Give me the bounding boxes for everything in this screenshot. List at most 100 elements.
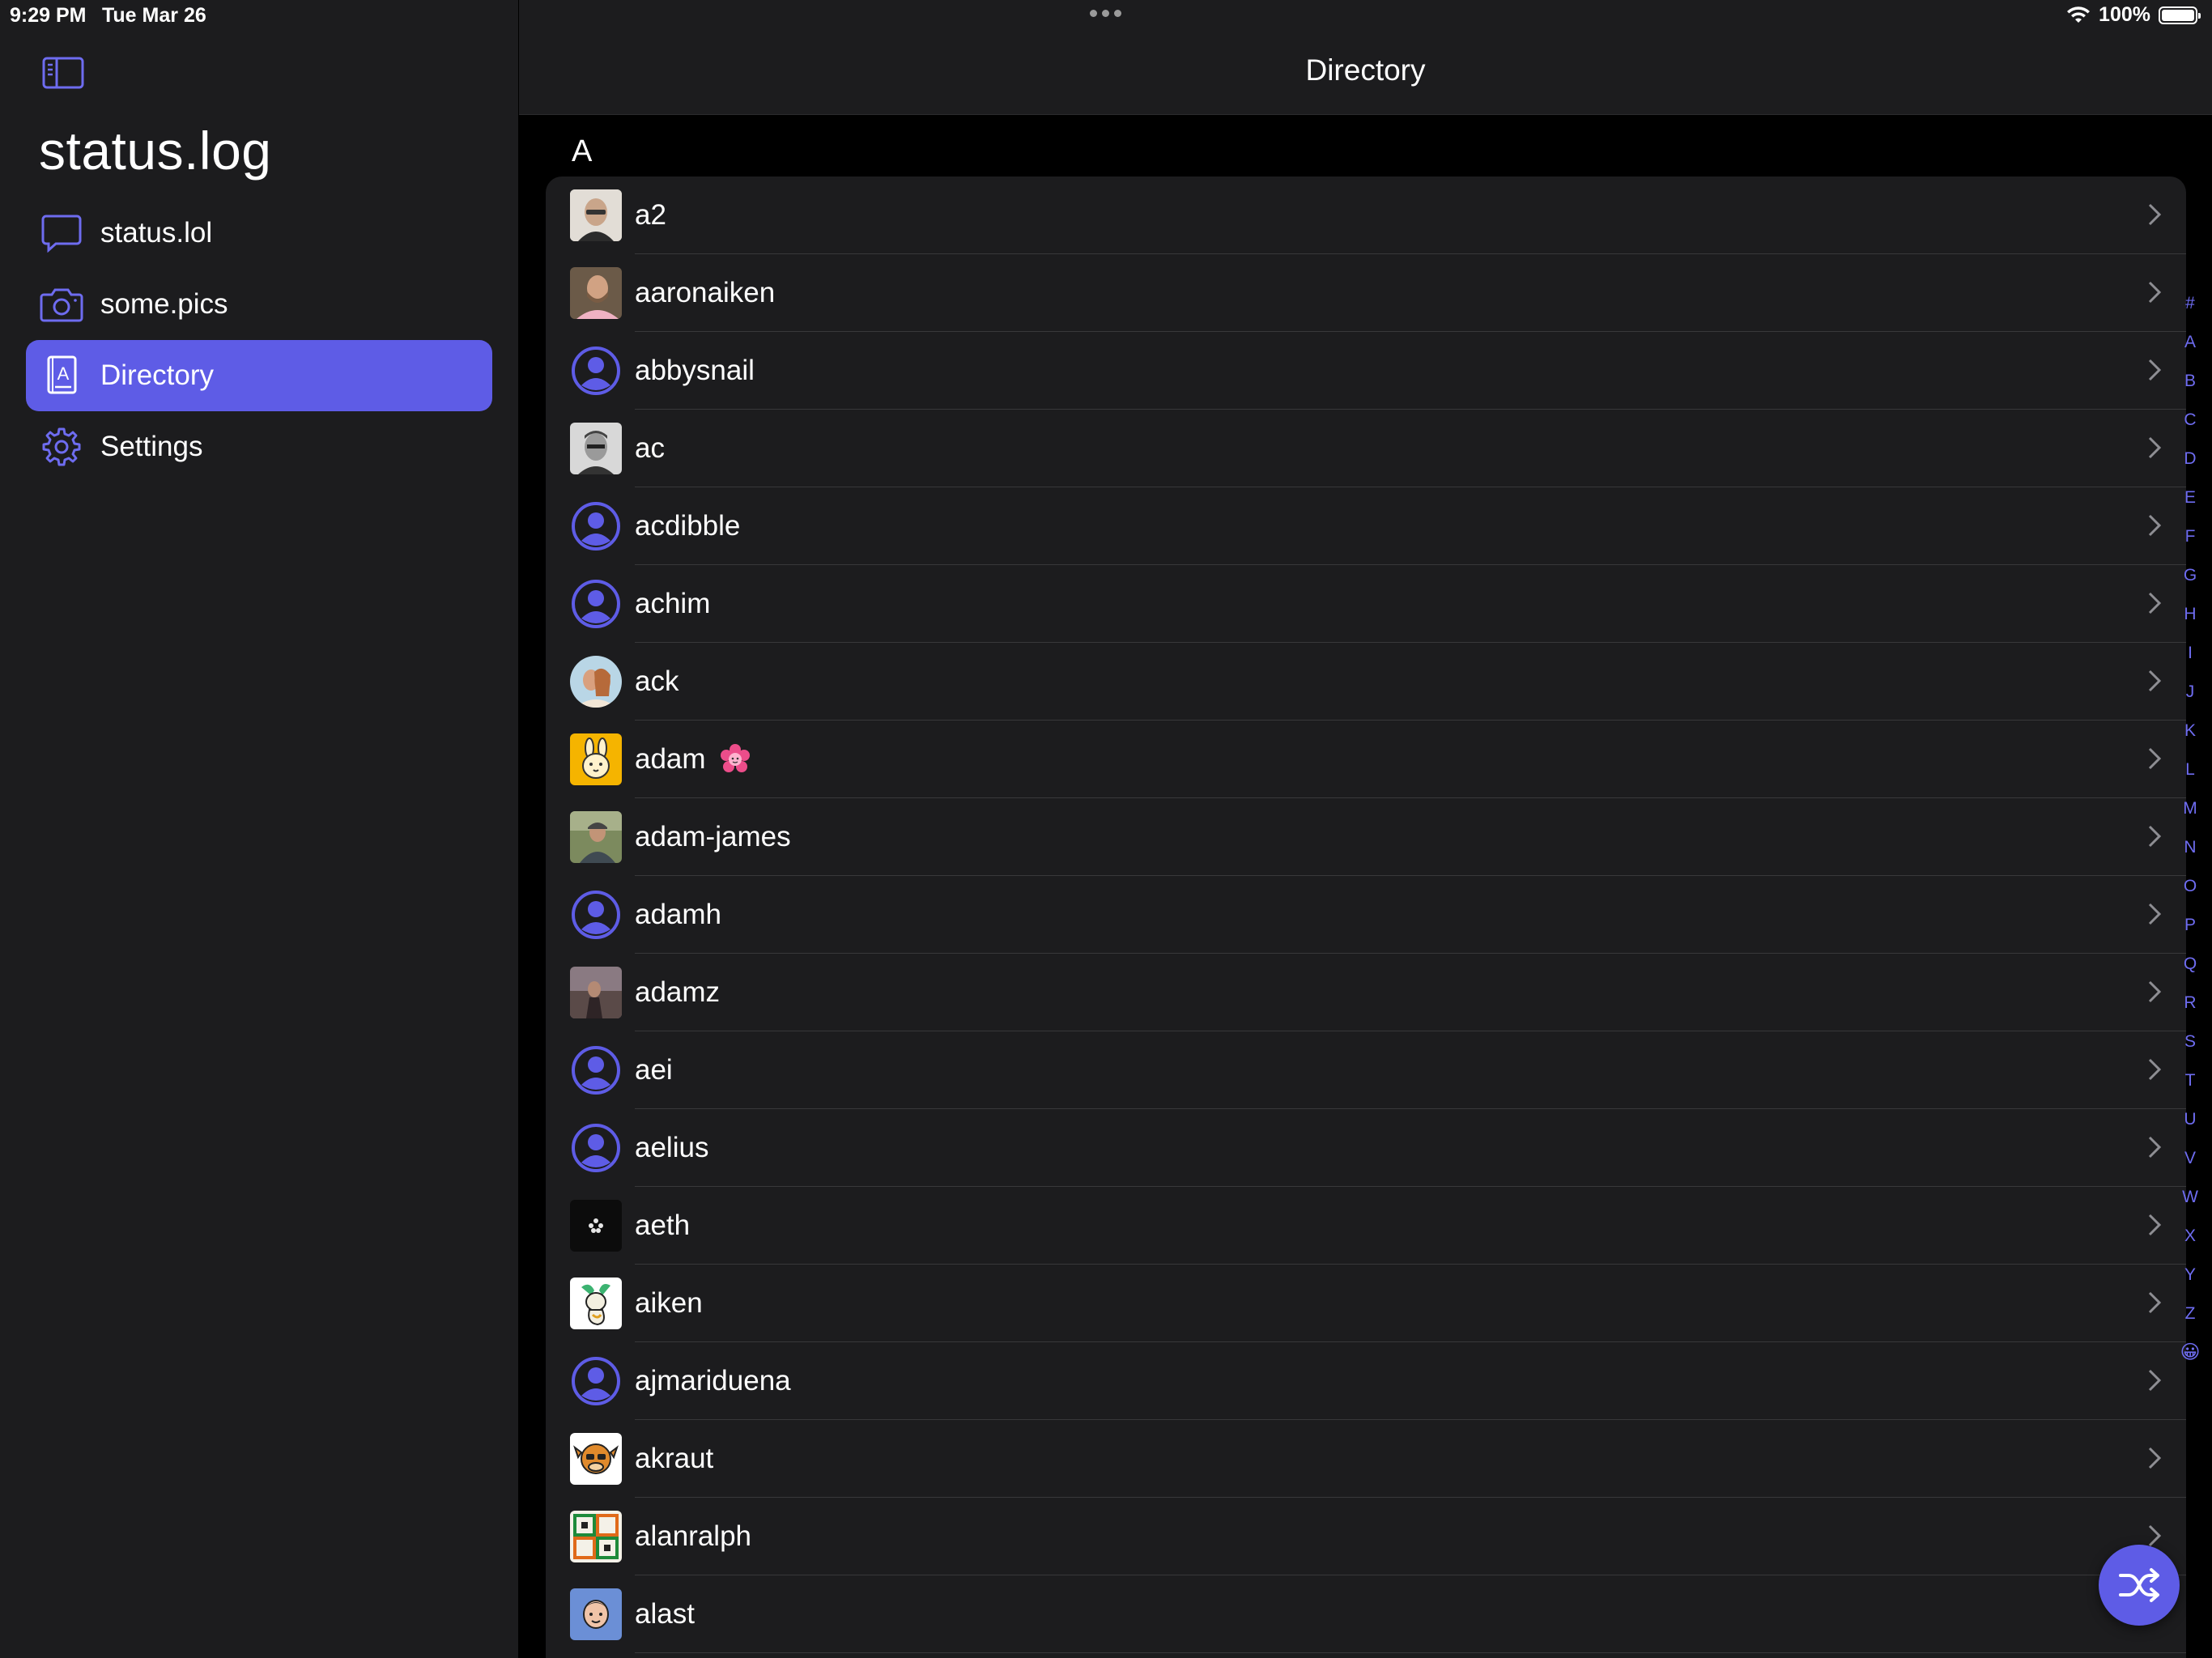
username: aiken xyxy=(635,1287,703,1319)
list-item[interactable]: aelius xyxy=(546,1109,2186,1187)
status-bar: 9:29 PM Tue Mar 26 100% xyxy=(0,0,2212,32)
list-item[interactable]: a2 xyxy=(546,176,2186,254)
status-date: Tue Mar 26 xyxy=(102,4,206,27)
chevron-right-icon xyxy=(2148,592,2162,614)
index-letter[interactable]: A xyxy=(2178,334,2202,372)
list-item[interactable]: acdibble xyxy=(546,487,2186,565)
index-letter[interactable]: S xyxy=(2178,1033,2202,1072)
index-letter[interactable]: B xyxy=(2178,372,2202,411)
index-letter[interactable]: D xyxy=(2178,450,2202,489)
index-letter[interactable]: P xyxy=(2178,916,2202,955)
sidebar-toggle-icon[interactable] xyxy=(42,57,84,89)
chevron-right-icon xyxy=(2148,203,2162,226)
speech-bubble-icon xyxy=(39,210,84,256)
list-item[interactable]: alast xyxy=(546,1575,2186,1653)
index-letter[interactable]: # xyxy=(2178,295,2202,334)
index-letter[interactable]: R xyxy=(2178,994,2202,1033)
status-indicators: 100% xyxy=(2066,3,2201,27)
chevron-right-icon xyxy=(2148,1524,2162,1547)
list-item[interactable]: aiken xyxy=(546,1265,2186,1342)
username: akraut xyxy=(635,1443,714,1474)
index-letter[interactable]: J xyxy=(2178,683,2202,722)
list-item[interactable]: achim xyxy=(546,565,2186,643)
person-placeholder-icon xyxy=(570,345,622,397)
username: aelius xyxy=(635,1132,709,1163)
chevron-right-icon xyxy=(2148,903,2162,925)
username: aaronaiken xyxy=(635,277,776,308)
list-item[interactable]: adamz xyxy=(546,954,2186,1031)
sidebar-item-label: status.lol xyxy=(100,217,213,249)
avatar xyxy=(570,967,622,1018)
list-item[interactable]: ajmariduena xyxy=(546,1342,2186,1420)
index-letter[interactable]: I xyxy=(2178,644,2202,683)
index-letter[interactable]: L xyxy=(2178,761,2202,800)
avatar xyxy=(570,656,622,708)
index-letter[interactable]: C xyxy=(2178,411,2202,450)
index-letter[interactable]: K xyxy=(2178,722,2202,761)
index-letter[interactable]: Z xyxy=(2178,1305,2202,1344)
index-letter[interactable]: M xyxy=(2178,800,2202,839)
sidebar-item-some-pics[interactable]: some.pics xyxy=(26,269,492,340)
username: a2 xyxy=(635,199,666,231)
battery-percentage: 100% xyxy=(2099,3,2150,26)
list-item[interactable]: aeth xyxy=(546,1187,2186,1265)
chevron-right-icon xyxy=(2148,1291,2162,1314)
index-letter[interactable]: W xyxy=(2178,1188,2202,1227)
list-item[interactable]: aaronaiken xyxy=(546,254,2186,332)
list-item[interactable]: alanralph xyxy=(546,1498,2186,1575)
sidebar-item-settings[interactable]: Settings xyxy=(26,411,492,483)
section-index[interactable]: # A B C D E F G H I J K L M N O P Q R S T U V W X Y Z 😀 xyxy=(2178,295,2202,1383)
list-item[interactable]: adam xyxy=(546,721,2186,798)
username: ajmariduena xyxy=(635,1365,791,1397)
list-item[interactable]: abbysnail xyxy=(546,332,2186,410)
avatar xyxy=(570,1511,622,1562)
person-placeholder-icon xyxy=(570,889,622,941)
wifi-icon xyxy=(2067,6,2091,23)
index-letter[interactable]: V xyxy=(2178,1150,2202,1188)
sidebar-item-status-lol[interactable]: status.lol xyxy=(26,198,492,269)
index-letter[interactable]: N xyxy=(2178,839,2202,878)
index-letter[interactable]: U xyxy=(2178,1111,2202,1150)
index-letter[interactable]: G xyxy=(2178,567,2202,606)
username: adam xyxy=(635,743,706,775)
username: aei xyxy=(635,1054,673,1086)
username: adam-james xyxy=(635,821,791,852)
list-item[interactable]: adamh xyxy=(546,876,2186,954)
multitasking-dots-icon[interactable] xyxy=(1090,10,1121,17)
list-item[interactable]: aei xyxy=(546,1031,2186,1109)
chevron-right-icon xyxy=(2148,281,2162,304)
index-letter[interactable]: Q xyxy=(2178,955,2202,994)
username: alanralph xyxy=(635,1520,751,1552)
avatar xyxy=(570,811,622,863)
index-letter[interactable]: T xyxy=(2178,1072,2202,1111)
directory-list[interactable]: a2 aaronaiken abbysnail ac acdibble achi… xyxy=(546,176,2186,1658)
index-letter[interactable]: E xyxy=(2178,489,2202,528)
list-item[interactable]: adam-james xyxy=(546,798,2186,876)
index-letter[interactable]: Y xyxy=(2178,1266,2202,1305)
index-letter[interactable]: H xyxy=(2178,606,2202,644)
username: adamh xyxy=(635,899,722,930)
list-item[interactable]: akraut xyxy=(546,1420,2186,1498)
page-title: Directory xyxy=(1305,53,1426,87)
address-book-icon: A xyxy=(39,353,84,398)
chevron-right-icon xyxy=(2148,1136,2162,1158)
chevron-right-icon xyxy=(2148,514,2162,537)
index-letter[interactable]: F xyxy=(2178,528,2202,567)
avatar xyxy=(570,423,622,474)
avatar xyxy=(570,1200,622,1252)
username: abbysnail xyxy=(635,355,755,386)
username: ack xyxy=(635,665,679,697)
sidebar-item-label: Settings xyxy=(100,431,203,462)
pink-flower-badge-icon xyxy=(720,744,750,772)
list-item[interactable]: ack xyxy=(546,643,2186,721)
svg-text:A: A xyxy=(57,363,70,384)
sidebar-item-directory[interactable]: A Directory xyxy=(26,340,492,411)
index-letter[interactable]: X xyxy=(2178,1227,2202,1266)
index-letter[interactable]: O xyxy=(2178,878,2202,916)
index-letter[interactable]: 😀 xyxy=(2178,1343,2202,1383)
username: ac xyxy=(635,432,665,464)
sidebar: status.log status.lol some.pics A Direct… xyxy=(0,0,518,1658)
shuffle-button[interactable] xyxy=(2099,1545,2180,1626)
list-item[interactable]: ac xyxy=(546,410,2186,487)
chevron-right-icon xyxy=(2148,1447,2162,1469)
